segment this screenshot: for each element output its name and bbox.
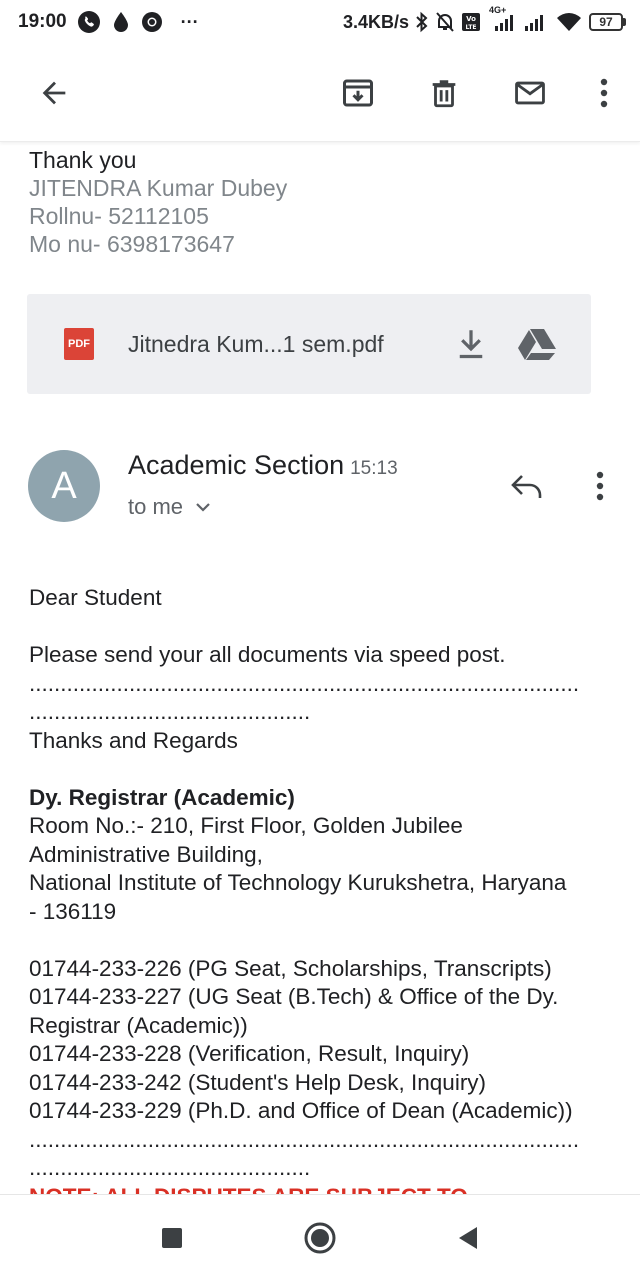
mark-unread-button[interactable] [506,69,554,117]
pdf-file-icon: PDF [64,328,94,360]
phone-line[interactable]: 01744-233-242 (Student's Help Desk, Inqu… [29,1069,619,1098]
signature-thanks: Thank you [29,147,137,173]
reply-button[interactable] [505,464,549,508]
save-to-drive-button[interactable] [515,322,559,366]
sender-name: Academic Section [128,450,345,480]
home-button[interactable] [300,1218,340,1258]
recipient-details-toggle[interactable]: to me [128,494,211,520]
network-type-label: 4G+ [489,5,507,15]
silent-bell-icon [435,11,455,33]
message-body: Dear Student Please send your all docume… [29,584,619,1194]
home-circle-icon [304,1222,336,1253]
attachment-filename: Jitnedra Kum...1 sem.pdf [128,330,384,357]
volte-icon: Vo LTE [461,11,481,33]
phone-line[interactable]: 01744-233-226 (PG Seat, Scholarships, Tr… [29,955,619,984]
body-greeting: Dear Student [29,585,162,610]
download-icon [459,330,483,359]
back-arrow-icon [42,81,66,104]
phone-icon [77,10,101,34]
sender-title: Dy. Registrar (Academic) [29,784,295,810]
phone-line[interactable]: 01744-233-227 (UG Seat (B.Tech) & Office… [29,983,619,1012]
toolbar-actions [334,69,616,117]
dotted-separator: ........................................… [29,699,311,724]
wifi-icon [555,11,583,33]
drive-icon [518,329,556,360]
system-back-button[interactable] [448,1218,488,1258]
recents-button[interactable] [152,1218,192,1258]
delete-button[interactable] [420,69,468,117]
more-notifications-icon: ··· [180,11,199,32]
body-closing: Thanks and Regards [29,727,238,753]
signature-mobile: Mo nu- 6398173647 [29,231,235,257]
chrome-icon [141,11,163,33]
pdf-attachment-chip[interactable]: PDF Jitnedra Kum...1 sem.pdf [27,294,591,394]
recents-square-icon [162,1227,182,1248]
water-drop-icon [111,11,131,33]
network-speed: 3.4KB/s [342,11,409,32]
back-triangle-icon [459,1226,477,1249]
status-bar: 19:00 ··· 3.4KB/s Vo LTE 4G+ 97 [0,0,640,44]
status-bar-left: 19:00 ··· [18,10,199,34]
download-button[interactable] [449,322,493,366]
address-line: Administrative Building, [29,841,263,867]
archive-icon [343,79,373,106]
previous-message-signature: Thank you JITENDRA Kumar Dubey Rollnu- 5… [29,146,287,258]
email-thread-content: Thank you JITENDRA Kumar Dubey Rollnu- 5… [0,142,640,1194]
svg-text:LTE: LTE [465,24,476,31]
recipient-label: to me [128,494,184,519]
system-navigation-bar [0,1194,640,1280]
archive-button[interactable] [334,69,382,117]
message-time: 15:13 [350,458,398,479]
dotted-separator: ........................................… [29,670,580,696]
disputes-note: NOTE: ALL DISPUTES ARE SUBJECT TO [29,1183,619,1195]
address-line: - 136119 [29,898,117,924]
message-more-button[interactable] [580,464,620,508]
body-request: Please send your all documents via speed… [29,642,506,667]
email-toolbar [0,44,640,142]
sender-avatar[interactable]: A [28,450,100,522]
signature-roll: Rollnu- 52112105 [29,203,209,229]
back-button[interactable] [30,69,78,117]
more-options-button[interactable] [592,69,616,117]
battery-level: 97 [589,13,623,31]
svg-text:Vo: Vo [466,15,476,23]
signal-icon [523,11,549,33]
address-line: Room No.:- 210, First Floor, Golden Jubi… [29,813,463,838]
status-bar-right: 3.4KB/s Vo LTE 4G+ 97 [342,5,626,33]
reply-icon [511,475,542,498]
battery-tip [623,18,626,26]
dotted-separator: ........................................… [29,1126,580,1152]
delete-icon [432,79,456,107]
signature-name: JITENDRA Kumar Dubey [29,175,288,201]
battery-indicator: 97 [589,13,626,31]
chevron-down-icon [196,503,210,512]
mark-unread-icon [515,81,545,104]
message-header: A Academic Section 15:13 to me [0,442,640,542]
phone-line[interactable]: 01744-233-228 (Verification, Result, Inq… [29,1040,619,1069]
dotted-separator: ........................................… [29,1155,311,1180]
sender-line: Academic Section 15:13 [128,450,398,481]
bluetooth-icon [415,11,429,33]
phone-line-continued: Registrar (Academic)) [29,1012,248,1038]
address-line: National Institute of Technology Kuruksh… [29,870,567,895]
phone-line[interactable]: 01744-233-229 (Ph.D. and Office of Dean … [29,1097,619,1126]
more-vert-icon [596,471,604,501]
signal-4g-icon: 4G+ [487,5,517,33]
more-vert-icon [600,78,608,107]
status-time: 19:00 [18,11,67,32]
